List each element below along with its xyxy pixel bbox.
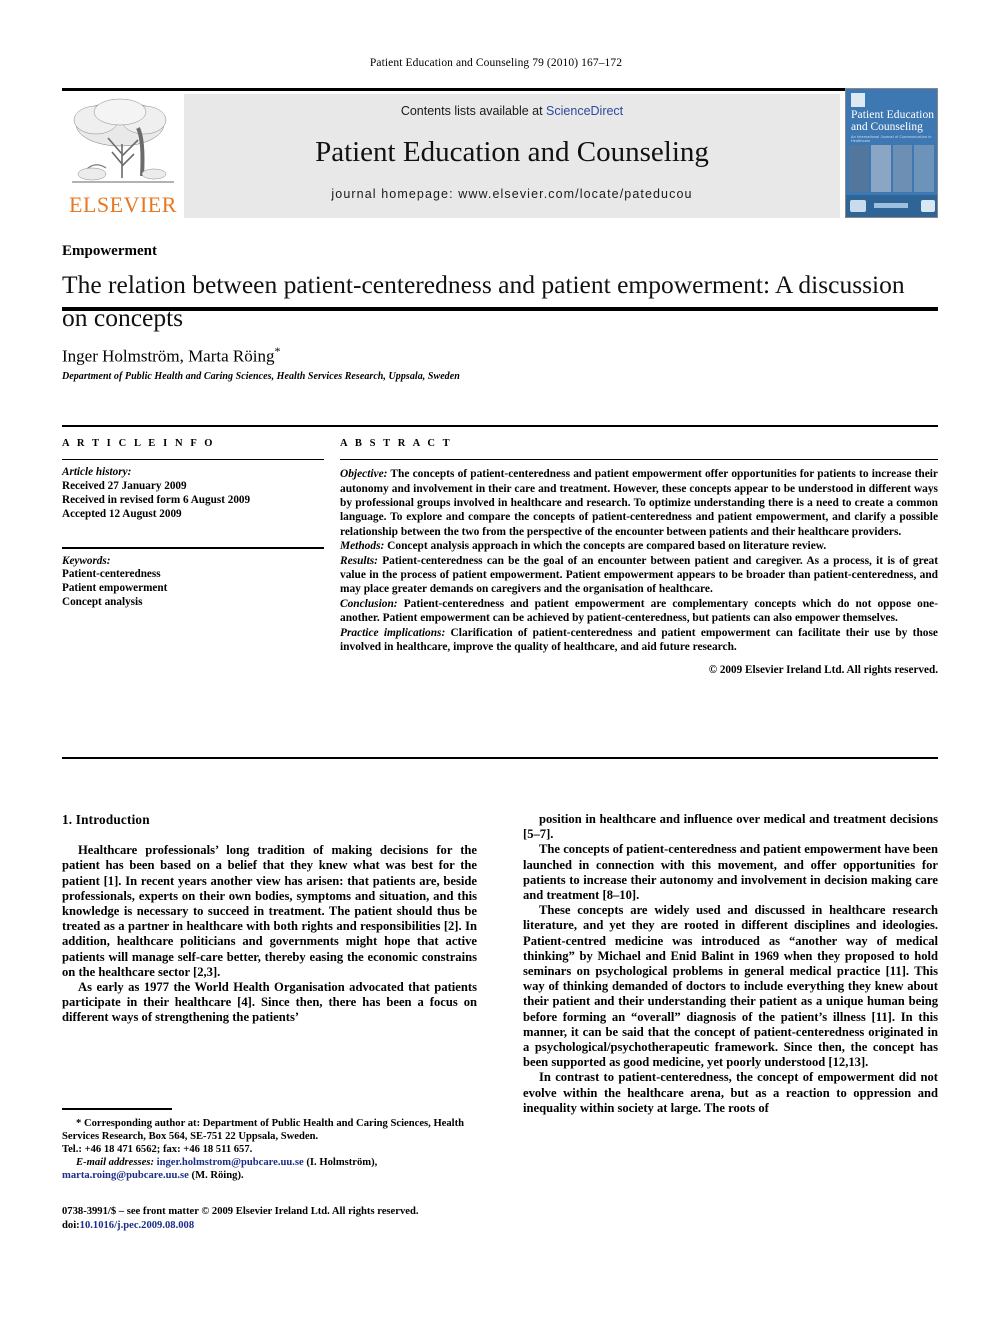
contents-line: Contents lists available at ScienceDirec…	[184, 104, 840, 118]
journal-cover-thumbnail: Patient Education and Counseling An Inte…	[845, 88, 938, 218]
abstract-results-label: Results:	[340, 554, 378, 567]
keywords-label: Keywords:	[62, 554, 111, 567]
abstract-heading: A B S T R A C T	[340, 438, 453, 449]
abstract-methods-text: Concept analysis approach in which the c…	[384, 540, 827, 553]
imprint-frontmatter: 0738-3991/$ – see front matter © 2009 El…	[62, 1206, 419, 1217]
cover-photo-2	[870, 145, 891, 192]
corresponding-author-marker: *	[274, 344, 281, 358]
keywords-gap	[62, 521, 324, 537]
abstract-practice-implications: Practice implications: Clarification of …	[340, 626, 938, 655]
elsevier-logo: ELSEVIER	[62, 94, 184, 218]
cover-footer-logo-left	[850, 200, 866, 212]
article-history-label: Article history:	[62, 466, 132, 479]
article-info-heading: A R T I C L E I N F O	[62, 438, 216, 449]
email-name-roing: (M. Röing).	[188, 1170, 244, 1182]
elsevier-wordmark: ELSEVIER	[69, 192, 177, 217]
body-paragraph: In contrast to patient-centeredness, the…	[523, 1070, 938, 1115]
imprint-block: 0738-3991/$ – see front matter © 2009 El…	[62, 1205, 502, 1232]
body-paragraph: These concepts are widely used and discu…	[523, 903, 938, 1070]
abstract-objective-label: Objective:	[340, 468, 388, 481]
abstract-conclusion-text: Patient-centeredness and patient empower…	[340, 597, 938, 625]
infoblock-bottom-rule	[62, 757, 938, 759]
cover-photo-3	[892, 145, 913, 192]
article-info-abstract-block: A R T I C L E I N F O Article history: R…	[62, 425, 938, 760]
footnote-address: * Corresponding author at: Department of…	[62, 1117, 477, 1143]
abstract-objective-text: The concepts of patient-centeredness and…	[340, 468, 938, 538]
body-column-right: position in healthcare and influence ove…	[523, 812, 938, 1116]
cover-footer-logo-right	[921, 200, 935, 212]
history-accepted: Accepted 12 August 2009	[62, 507, 182, 520]
body-paragraph: position in healthcare and influence ove…	[523, 812, 938, 842]
email-link-holmstrom[interactable]: inger.holmstrom@pubcare.uu.se	[157, 1157, 304, 1168]
corresponding-author-footnote: * Corresponding author at: Department of…	[62, 1108, 477, 1183]
abstract-objective: Objective: The concepts of patient-cente…	[340, 467, 938, 539]
author-list: Inger Holmström, Marta Röing*	[62, 344, 922, 367]
doi-label: doi:	[62, 1219, 80, 1231]
abstract-conclusion: Conclusion: Patient-centeredness and pat…	[340, 597, 938, 626]
elsevier-tree-icon	[72, 98, 174, 183]
keyword-item: Concept analysis	[62, 595, 143, 608]
article-history: Article history: Received 27 January 200…	[62, 460, 324, 521]
keyword-item: Patient-centeredness	[62, 568, 161, 581]
masthead-top-rule	[62, 88, 938, 91]
abstract-column: A B S T R A C T Objective: The concepts …	[340, 425, 938, 678]
article-info-column: A R T I C L E I N F O Article history: R…	[62, 425, 324, 610]
history-received: Received 27 January 2009	[62, 479, 187, 492]
journal-masthead: ELSEVIER Contents lists available at Sci…	[62, 88, 938, 311]
affiliation: Department of Public Health and Caring S…	[62, 371, 460, 382]
sciencedirect-link[interactable]: ScienceDirect	[546, 104, 623, 118]
body-paragraph: As early as 1977 the World Health Organi…	[62, 980, 477, 1025]
cover-footer-logo-center	[874, 203, 908, 208]
email-link-roing[interactable]: marta.roing@pubcare.uu.se	[62, 1170, 189, 1181]
cover-photo-4	[914, 145, 934, 192]
contents-prefix: Contents lists available at	[400, 104, 547, 118]
abstract-conclusion-label: Conclusion:	[340, 597, 398, 610]
author-names: Inger Holmström, Marta Röing	[62, 346, 275, 366]
abstract-body: Objective: The concepts of patient-cente…	[340, 460, 938, 678]
keywords-block: Keywords: Patient-centeredness Patient e…	[62, 549, 324, 610]
cover-title-line1: Patient Education	[851, 109, 935, 121]
history-revised: Received in revised form 6 August 2009	[62, 493, 251, 506]
keyword-item: Patient empowerment	[62, 582, 168, 595]
footnote-emails: E-mail addresses: inger.holmstrom@pubcar…	[62, 1156, 477, 1182]
footnote-address-text: Corresponding author at: Department of P…	[62, 1117, 465, 1142]
article-section-label: Empowerment	[62, 243, 157, 259]
page-title: The relation between patient-centerednes…	[62, 270, 905, 332]
cover-photo-1	[849, 145, 869, 192]
cover-photo-strip	[849, 145, 934, 192]
introduction-heading: 1. Introduction	[62, 812, 150, 827]
cover-subtitle: An International Journal of Communicatio…	[851, 135, 932, 143]
cover-title-line2: and Counseling	[851, 121, 923, 133]
abstract-copyright: © 2009 Elsevier Ireland Ltd. All rights …	[708, 664, 938, 677]
masthead-band: Contents lists available at ScienceDirec…	[184, 94, 840, 218]
footnote-email-label: E-mail addresses:	[76, 1157, 154, 1169]
doi-value[interactable]: 10.1016/j.pec.2009.08.008	[80, 1220, 194, 1231]
abstract-practice-label: Practice implications:	[340, 626, 446, 639]
abstract-methods-label: Methods:	[340, 540, 385, 553]
body-paragraph: Healthcare professionals’ long tradition…	[62, 843, 477, 979]
footnote-rule	[62, 1108, 172, 1110]
abstract-results-text: Patient-centeredness can be the goal of …	[340, 554, 938, 596]
abstract-methods: Methods: Concept analysis approach in wh…	[340, 539, 938, 553]
running-head: Patient Education and Counseling 79 (201…	[369, 57, 623, 69]
abstract-results: Results: Patient-centeredness can be the…	[340, 554, 938, 597]
cover-publisher-icon	[851, 93, 865, 107]
journal-homepage[interactable]: journal homepage: www.elsevier.com/locat…	[184, 187, 840, 201]
email-name-holmstrom: (I. Holmström),	[303, 1157, 378, 1169]
footnote-telephone: Tel.: +46 18 471 6562; fax: +46 18 511 6…	[62, 1144, 253, 1155]
body-column-left: 1. Introduction Healthcare professionals…	[62, 812, 477, 1026]
paper-page: Patient Education and Counseling 79 (201…	[0, 0, 992, 1323]
cover-footer-band	[846, 195, 937, 217]
body-paragraph: The concepts of patient-centeredness and…	[523, 842, 938, 903]
journal-title: Patient Education and Counseling	[315, 136, 709, 168]
doi-line: doi:10.1016/j.pec.2009.08.008	[62, 1219, 502, 1233]
